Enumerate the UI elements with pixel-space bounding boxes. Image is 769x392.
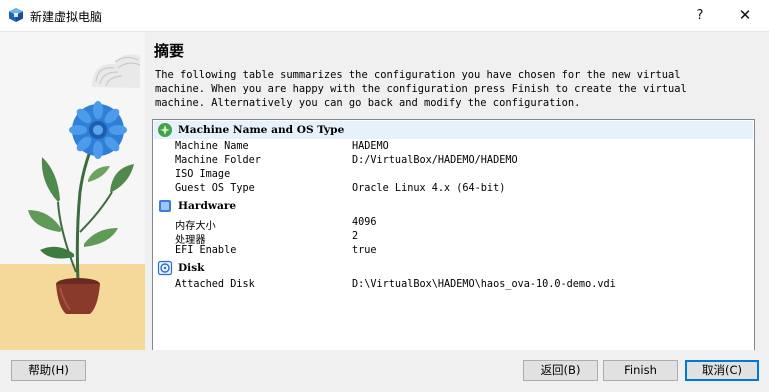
- row-value: 2: [352, 231, 359, 242]
- row-key: 内存大小: [175, 221, 216, 232]
- blue-flower-illustration: [69, 101, 127, 159]
- row-value: D:/VirtualBox/HADEMO/HADEMO: [352, 155, 518, 166]
- row-value: true: [352, 245, 377, 256]
- table-row: Machine Folder D:/VirtualBox/HADEMO/HADE…: [154, 155, 753, 168]
- row-key: Guest OS Type: [175, 183, 255, 194]
- window-title: 新建虚拟电脑: [30, 10, 103, 24]
- summary-table[interactable]: Machine Name and OS Type Machine Name HA…: [152, 119, 755, 371]
- page-title: 摘要: [154, 42, 185, 60]
- close-icon[interactable]: ✕: [725, 0, 765, 31]
- row-key: Machine Folder: [175, 155, 261, 166]
- row-key: Machine Name: [175, 141, 249, 152]
- finish-button[interactable]: Finish: [603, 360, 678, 381]
- table-row: Attached Disk D:\VirtualBox\HADEMO\haos_…: [154, 279, 753, 292]
- help-button[interactable]: 帮助(H): [11, 360, 86, 381]
- row-value: 4096: [352, 217, 377, 228]
- row-key: Attached Disk: [175, 279, 255, 290]
- table-row: EFI Enable true: [154, 245, 753, 258]
- flower-pot-illustration: [56, 278, 100, 314]
- title-bar: 新建虚拟电脑 ? ✕: [0, 0, 769, 32]
- row-value: D:\VirtualBox\HADEMO\haos_ova-10.0-demo.…: [352, 279, 616, 290]
- os-type-icon: [158, 123, 172, 137]
- section-machine-name-os-type[interactable]: Machine Name and OS Type: [154, 121, 753, 139]
- description-line: The following table summarizes the confi…: [155, 69, 681, 81]
- button-bar: 帮助(H) 返回(B) Finish 取消(C): [0, 350, 769, 392]
- back-button[interactable]: 返回(B): [523, 360, 598, 381]
- row-value: HADEMO: [352, 141, 389, 152]
- table-row: 处理器 2: [154, 231, 753, 246]
- row-key: EFI Enable: [175, 245, 237, 256]
- help-icon[interactable]: ?: [680, 0, 720, 31]
- wizard-illustration: [0, 32, 145, 350]
- chip-icon: [159, 200, 171, 212]
- row-key: ISO Image: [175, 169, 231, 180]
- table-row: 内存大小 4096: [154, 217, 753, 232]
- section-disk[interactable]: Disk: [154, 259, 753, 277]
- hard-disk-icon: [157, 260, 173, 276]
- summary-page: 摘要 The following table summarizes the co…: [145, 32, 769, 371]
- description-line: machine. Alternatively you can go back a…: [155, 97, 581, 109]
- section-title: Hardware: [178, 200, 237, 212]
- virtualbox-cube-icon: [9, 8, 23, 22]
- table-row: Machine Name HADEMO: [154, 141, 753, 154]
- row-key: 处理器: [175, 235, 206, 246]
- section-hardware[interactable]: Hardware: [154, 197, 753, 215]
- page-description: The following table summarizes the confi…: [155, 68, 755, 110]
- table-row: Guest OS Type Oracle Linux 4.x (64-bit): [154, 183, 753, 196]
- description-line: machine. When you are happy with the con…: [155, 83, 687, 95]
- table-row: ISO Image: [154, 169, 753, 182]
- cancel-button[interactable]: 取消(C): [685, 360, 759, 381]
- row-value: Oracle Linux 4.x (64-bit): [352, 183, 506, 194]
- section-title: Machine Name and OS Type: [178, 124, 345, 136]
- section-title: Disk: [178, 262, 205, 274]
